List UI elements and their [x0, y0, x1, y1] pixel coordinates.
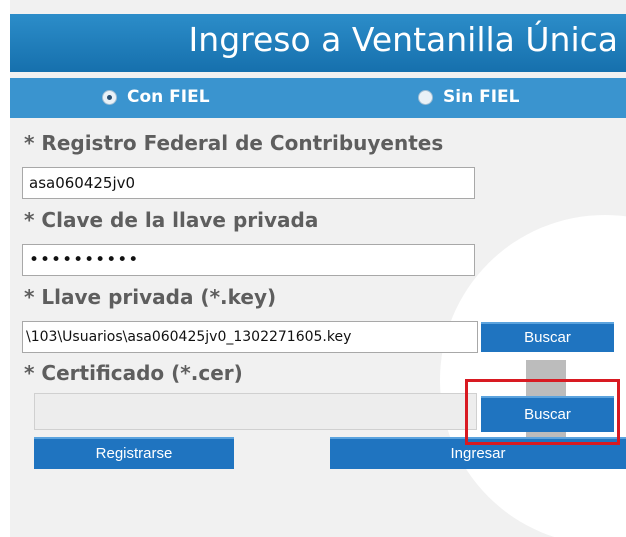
rfc-input[interactable]: asa060425jv0	[22, 167, 475, 199]
page-title: Ingreso a Ventanilla Única	[188, 20, 618, 59]
private-key-password-label: * Clave de la llave privada	[24, 208, 319, 232]
radio-sin-fiel[interactable]: Sin FIEL	[418, 87, 519, 107]
certificate-file-label: * Certificado (*.cer)	[24, 361, 243, 385]
radio-con-fiel[interactable]: Con FIEL	[102, 87, 210, 107]
rfc-label: * Registro Federal de Contribuyentes	[24, 131, 444, 155]
private-key-file-label: * Llave privada (*.key)	[24, 285, 277, 309]
radio-label: Sin FIEL	[443, 87, 520, 107]
private-key-password-input[interactable]: ••••••••••	[22, 244, 475, 276]
auth-method-bar: Con FIEL Sin FIEL	[10, 78, 626, 118]
radio-unselected-icon[interactable]	[418, 89, 433, 105]
register-button[interactable]: Registrarse	[34, 437, 234, 469]
private-key-browse-button[interactable]: Buscar	[481, 322, 614, 352]
radio-label: Con FIEL	[127, 87, 210, 107]
certificate-file-input[interactable]	[34, 393, 477, 430]
radio-selected-icon[interactable]	[102, 89, 117, 105]
private-key-file-input[interactable]: \103\Usuarios\asa060425jv0_1302271605.ke…	[22, 321, 478, 353]
title-bar: Ingreso a Ventanilla Única	[10, 14, 626, 72]
login-panel: Ingreso a Ventanilla Única Con FIEL Sin …	[10, 0, 626, 537]
highlight-box	[465, 379, 620, 445]
